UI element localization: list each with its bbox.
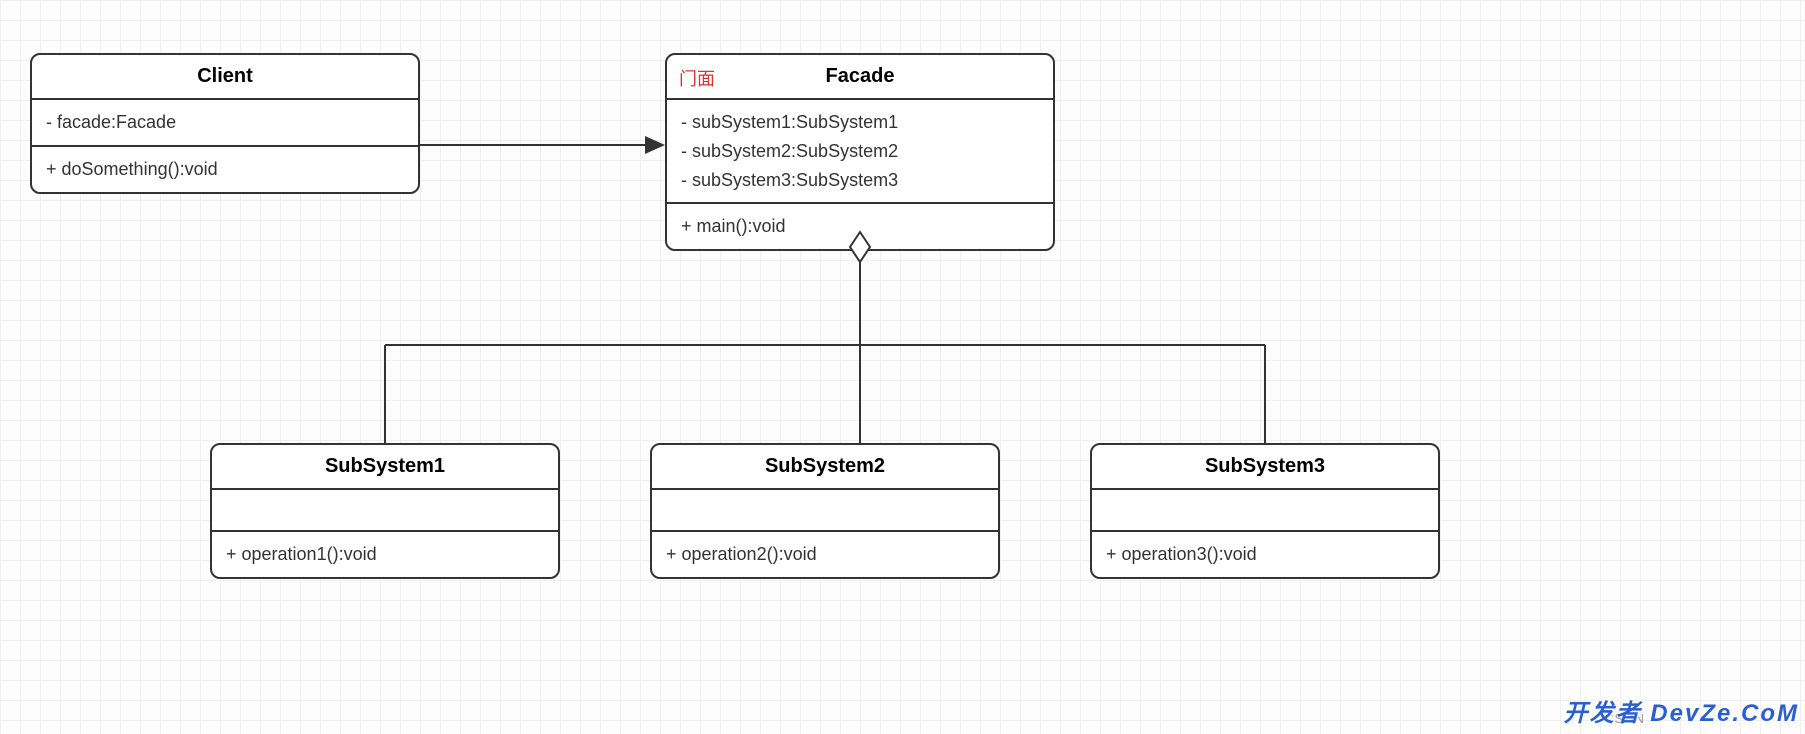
- uml-class-subsystem3: SubSystem3 + operation3():void: [1090, 443, 1440, 579]
- class-name: Facade: [826, 65, 895, 87]
- attribute: - subSystem3:SubSystem3: [681, 166, 1039, 195]
- association-client-facade: [420, 136, 665, 154]
- attribute: - subSystem2:SubSystem2: [681, 137, 1039, 166]
- stereotype-label: 门面: [679, 65, 715, 91]
- operation: + main():void: [681, 212, 1039, 241]
- operation: + operation2():void: [666, 540, 984, 569]
- uml-class-facade: 门面 Facade - subSystem1:SubSystem1 - subS…: [665, 53, 1055, 251]
- class-attributes: [1092, 490, 1438, 532]
- aggregation-facade-subsystems: [385, 232, 1265, 443]
- watermark-devze: 开发者 DevZe.CoM: [1564, 693, 1799, 728]
- class-title: SubSystem1: [212, 445, 558, 490]
- class-operations: + main():void: [667, 204, 1053, 249]
- class-attributes: - facade:Facade: [32, 100, 418, 147]
- operation: + operation1():void: [226, 540, 544, 569]
- operation: + doSomething():void: [46, 155, 404, 184]
- attribute: - facade:Facade: [46, 108, 404, 137]
- operation: + operation3():void: [1106, 540, 1424, 569]
- class-operations: + doSomething():void: [32, 147, 418, 192]
- class-title: 门面 Facade: [667, 55, 1053, 100]
- class-title: SubSystem2: [652, 445, 998, 490]
- class-operations: + operation1():void: [212, 532, 558, 577]
- class-title: Client: [32, 55, 418, 100]
- class-attributes: - subSystem1:SubSystem1 - subSystem2:Sub…: [667, 100, 1053, 204]
- attribute: - subSystem1:SubSystem1: [681, 108, 1039, 137]
- class-attributes: [652, 490, 998, 532]
- class-title: SubSystem3: [1092, 445, 1438, 490]
- uml-class-subsystem1: SubSystem1 + operation1():void: [210, 443, 560, 579]
- class-operations: + operation2():void: [652, 532, 998, 577]
- uml-class-subsystem2: SubSystem2 + operation2():void: [650, 443, 1000, 579]
- uml-class-client: Client - facade:Facade + doSomething():v…: [30, 53, 420, 194]
- class-operations: + operation3():void: [1092, 532, 1438, 577]
- class-attributes: [212, 490, 558, 532]
